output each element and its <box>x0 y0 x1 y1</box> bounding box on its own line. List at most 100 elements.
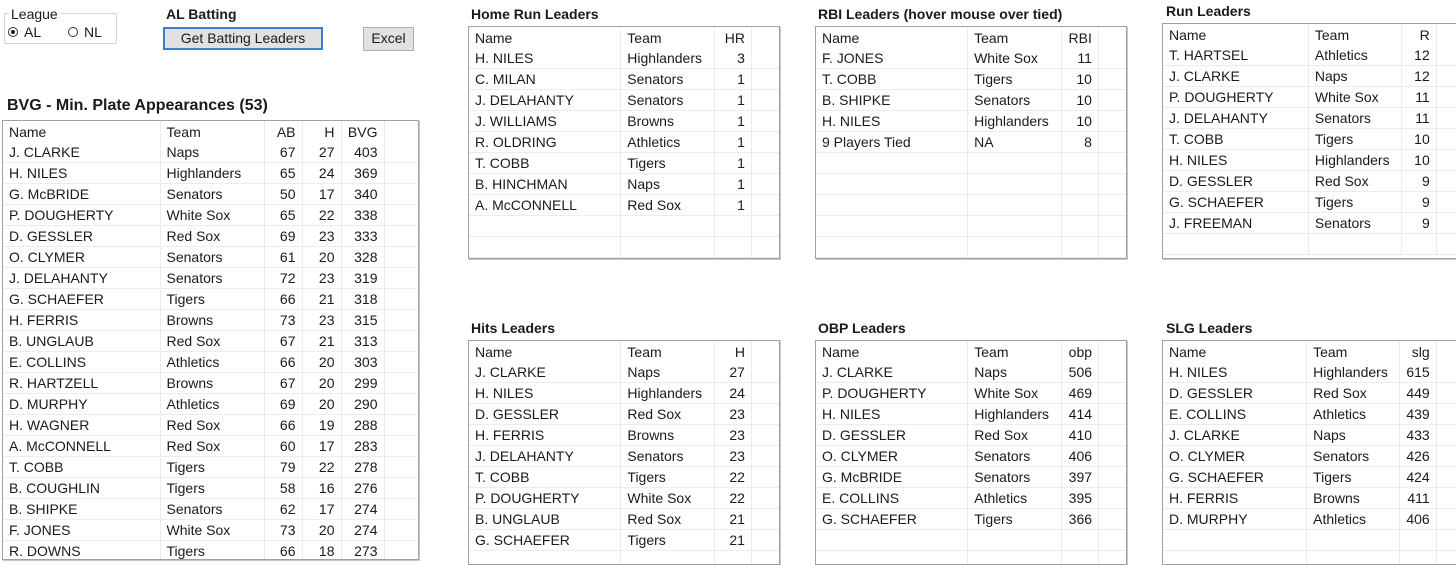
column-header-bvg[interactable]: BVG <box>341 121 384 142</box>
table-row[interactable]: H. WAGNERRed Sox6619288 <box>3 415 418 436</box>
table-row[interactable]: T. COBBTigers10 <box>816 69 1126 90</box>
radio-nl[interactable]: NL <box>68 24 102 40</box>
get-batting-leaders-button[interactable]: Get Batting Leaders <box>163 27 323 50</box>
table-row[interactable]: P. DOUGHERTYWhite Sox11 <box>1163 87 1456 108</box>
column-header-team[interactable]: Team <box>1307 341 1400 362</box>
table-row[interactable]: 9 Players TiedNA8 <box>816 132 1126 153</box>
column-header-h[interactable]: H <box>715 341 752 362</box>
table-row[interactable]: T. COBBTigers1 <box>469 153 779 174</box>
column-header-name[interactable]: Name <box>469 341 621 362</box>
table-row[interactable]: D. GESSLERRed Sox449 <box>1163 383 1456 404</box>
table-row[interactable]: J. CLARKENaps12 <box>1163 66 1456 87</box>
table-row[interactable]: P. DOUGHERTYWhite Sox22 <box>469 488 779 509</box>
table-row[interactable]: O. CLYMERSenators6120328 <box>3 247 418 268</box>
table-row[interactable]: A. McCONNELLRed Sox6017283 <box>3 436 418 457</box>
column-header-team[interactable]: Team <box>160 121 264 142</box>
table-row[interactable]: P. DOUGHERTYWhite Sox469 <box>816 383 1126 404</box>
table-row[interactable]: F. JONESWhite Sox11 <box>816 48 1126 69</box>
table-row[interactable]: F. JONESWhite Sox7320274 <box>3 520 418 541</box>
bvg-grid[interactable]: NameTeamABHBVGJ. CLARKENaps6727403H. NIL… <box>2 120 419 560</box>
table-row[interactable]: J. CLARKENaps506 <box>816 362 1126 383</box>
column-header-obp[interactable]: obp <box>1062 341 1099 362</box>
radio-al[interactable]: AL <box>8 24 41 40</box>
table-row[interactable]: D. GESSLERRed Sox410 <box>816 425 1126 446</box>
table-row[interactable]: A. McCONNELLRed Sox1 <box>469 195 779 216</box>
column-header-r[interactable]: R <box>1401 24 1436 45</box>
column-header-name[interactable]: Name <box>1163 24 1308 45</box>
table-row[interactable]: H. NILESHighlanders24 <box>469 383 779 404</box>
table-row[interactable]: T. COBBTigers7922278 <box>3 457 418 478</box>
table-row[interactable]: G. McBRIDESenators397 <box>816 467 1126 488</box>
table-row[interactable]: H. NILESHighlanders10 <box>816 111 1126 132</box>
table-row[interactable]: T. COBBTigers22 <box>469 467 779 488</box>
table-row[interactable]: H. FERRISBrowns23 <box>469 425 779 446</box>
table-row[interactable]: B. UNGLAUBRed Sox21 <box>469 509 779 530</box>
table-row[interactable]: J. DELAHANTYSenators1 <box>469 90 779 111</box>
table-row[interactable]: H. NILESHighlanders10 <box>1163 150 1456 171</box>
table-row[interactable]: O. CLYMERSenators426 <box>1163 446 1456 467</box>
column-header-name[interactable]: Name <box>469 27 621 48</box>
table-row[interactable]: G. SCHAEFERTigers9 <box>1163 192 1456 213</box>
table-row[interactable]: B. COUGHLINTigers5816276 <box>3 478 418 499</box>
table-row[interactable]: G. SCHAEFERTigers424 <box>1163 467 1456 488</box>
table-row[interactable]: H. NILESHighlanders6524369 <box>3 163 418 184</box>
table-row[interactable]: R. DOWNSTigers6618273 <box>3 541 418 561</box>
table-row[interactable]: H. NILESHighlanders3 <box>469 48 779 69</box>
table-row[interactable]: D. MURPHYAthletics6920290 <box>3 394 418 415</box>
table-row[interactable]: J. FREEMANSenators9 <box>1163 213 1456 234</box>
slg-leaders-grid[interactable]: NameTeamslgH. NILESHighlanders615D. GESS… <box>1162 340 1456 565</box>
table-row[interactable]: P. DOUGHERTYWhite Sox6522338 <box>3 205 418 226</box>
column-header-name[interactable]: Name <box>816 341 968 362</box>
table-row[interactable]: E. COLLINSAthletics395 <box>816 488 1126 509</box>
table-row[interactable]: G. SCHAEFERTigers21 <box>469 530 779 551</box>
column-header-team[interactable]: Team <box>621 27 715 48</box>
rbi-leaders-grid[interactable]: NameTeamRBIF. JONESWhite Sox11T. COBBTig… <box>815 26 1127 259</box>
table-row[interactable]: J. CLARKENaps27 <box>469 362 779 383</box>
table-row[interactable]: H. NILESHighlanders414 <box>816 404 1126 425</box>
table-row[interactable]: J. CLARKENaps433 <box>1163 425 1456 446</box>
table-row[interactable]: O. CLYMERSenators406 <box>816 446 1126 467</box>
table-row[interactable]: R. HARTZELLBrowns6720299 <box>3 373 418 394</box>
table-row[interactable]: H. FERRISBrowns411 <box>1163 488 1456 509</box>
column-header-name[interactable]: Name <box>816 27 968 48</box>
column-header-ab[interactable]: AB <box>264 121 302 142</box>
table-row[interactable]: J. WILLIAMSBrowns1 <box>469 111 779 132</box>
table-row[interactable]: H. NILESHighlanders615 <box>1163 362 1456 383</box>
table-row[interactable]: G. McBRIDESenators5017340 <box>3 184 418 205</box>
column-header-team[interactable]: Team <box>968 27 1062 48</box>
hits-leaders-grid[interactable]: NameTeamHJ. CLARKENaps27H. NILESHighland… <box>468 340 780 565</box>
table-row[interactable]: D. GESSLERRed Sox6923333 <box>3 226 418 247</box>
table-row[interactable]: H. FERRISBrowns7323315 <box>3 310 418 331</box>
table-row[interactable]: R. OLDRINGAthletics1 <box>469 132 779 153</box>
column-header-team[interactable]: Team <box>968 341 1062 362</box>
column-header-h[interactable]: H <box>302 121 341 142</box>
table-row[interactable]: B. UNGLAUBRed Sox6721313 <box>3 331 418 352</box>
table-row[interactable]: D. GESSLERRed Sox9 <box>1163 171 1456 192</box>
table-row[interactable]: E. COLLINSAthletics6620303 <box>3 352 418 373</box>
table-row[interactable]: J. DELAHANTYSenators23 <box>469 446 779 467</box>
table-row[interactable]: T. HARTSELAthletics12 <box>1163 45 1456 66</box>
table-row[interactable]: T. COBBTigers10 <box>1163 129 1456 150</box>
table-row[interactable]: E. COLLINSAthletics439 <box>1163 404 1456 425</box>
column-header-name[interactable]: Name <box>1163 341 1307 362</box>
table-row[interactable]: J. DELAHANTYSenators7223319 <box>3 268 418 289</box>
table-row[interactable]: D. GESSLERRed Sox23 <box>469 404 779 425</box>
radio-unselected-icon[interactable] <box>68 27 78 37</box>
table-row[interactable]: C. MILANSenators1 <box>469 69 779 90</box>
table-row[interactable]: J. DELAHANTYSenators11 <box>1163 108 1456 129</box>
column-header-team[interactable]: Team <box>1308 24 1401 45</box>
excel-button[interactable]: Excel <box>363 27 414 51</box>
hr-leaders-grid[interactable]: NameTeamHRH. NILESHighlanders3C. MILANSe… <box>468 26 780 259</box>
table-row[interactable]: G. SCHAEFERTigers6621318 <box>3 289 418 310</box>
table-row[interactable]: B. SHIPKESenators6217274 <box>3 499 418 520</box>
table-row[interactable]: J. CLARKENaps6727403 <box>3 142 418 163</box>
column-header-hr[interactable]: HR <box>715 27 752 48</box>
runs-leaders-grid[interactable]: NameTeamRT. HARTSELAthletics12J. CLARKEN… <box>1162 23 1456 259</box>
column-header-slg[interactable]: slg <box>1399 341 1436 362</box>
column-header-name[interactable]: Name <box>3 121 160 142</box>
table-row[interactable]: B. HINCHMANNaps1 <box>469 174 779 195</box>
obp-leaders-grid[interactable]: NameTeamobpJ. CLARKENaps506P. DOUGHERTYW… <box>815 340 1127 565</box>
table-row[interactable]: D. MURPHYAthletics406 <box>1163 509 1456 530</box>
table-row[interactable]: G. SCHAEFERTigers366 <box>816 509 1126 530</box>
radio-selected-icon[interactable] <box>8 27 18 37</box>
